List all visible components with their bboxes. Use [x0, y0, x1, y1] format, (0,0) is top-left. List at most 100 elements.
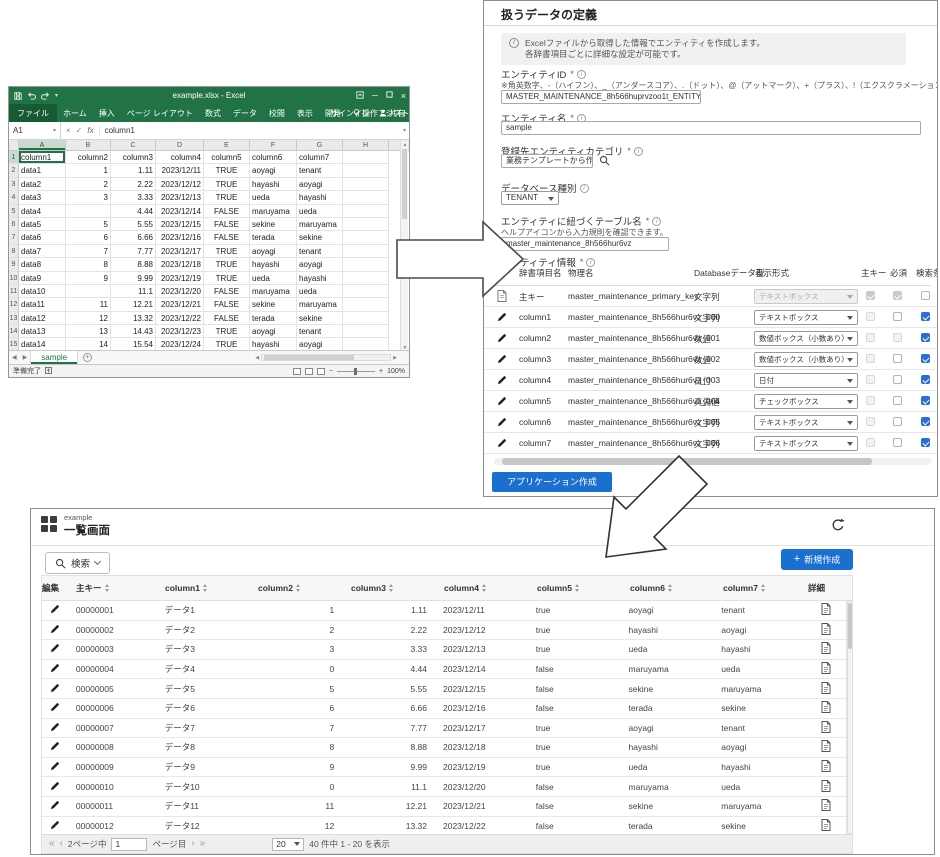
cell[interactable]: aoyagi [297, 178, 343, 191]
column-header[interactable]: H [343, 140, 389, 150]
edit-pencil-icon[interactable] [42, 643, 68, 655]
cell[interactable]: column5 [204, 151, 250, 164]
row-number[interactable] [9, 218, 19, 231]
detail-document-icon[interactable] [806, 760, 846, 774]
display-format-select[interactable]: チェックボックス [754, 394, 858, 409]
cell[interactable]: 2023/12/23 [156, 325, 204, 338]
edit-pencil-icon[interactable] [497, 354, 507, 366]
cell[interactable] [343, 231, 389, 244]
cell[interactable]: ueda [297, 205, 343, 218]
cell[interactable]: 6 [66, 231, 111, 244]
cell[interactable]: data1 [19, 164, 66, 177]
normal-view-icon[interactable] [293, 368, 301, 375]
cell[interactable]: hayashi [250, 258, 297, 271]
category-search-icon[interactable] [599, 155, 610, 168]
help-icon[interactable]: i [580, 184, 589, 193]
detail-document-icon[interactable] [806, 721, 846, 735]
detail-document-icon[interactable] [806, 819, 846, 833]
edit-pencil-icon[interactable] [42, 604, 68, 616]
cell[interactable]: 14.43 [111, 325, 156, 338]
cell[interactable]: 7.77 [111, 245, 156, 258]
col-column2[interactable]: column2 [250, 583, 343, 593]
page-break-view-icon[interactable] [317, 368, 325, 375]
row-number[interactable] [9, 258, 19, 271]
select-all-corner[interactable] [9, 140, 19, 150]
cell[interactable]: hayashi [250, 178, 297, 191]
edit-pencil-icon[interactable] [42, 800, 68, 812]
cell[interactable]: TRUE [204, 245, 250, 258]
cell[interactable]: ueda [250, 272, 297, 285]
cell[interactable]: aoyagi [297, 258, 343, 271]
minimize-button[interactable]: ─ [372, 91, 378, 100]
cell[interactable]: sekine [250, 298, 297, 311]
col-column3[interactable]: column3 [343, 583, 436, 593]
cell[interactable] [343, 298, 389, 311]
zoom-slider-thumb[interactable] [354, 368, 357, 375]
cell[interactable]: 2023/12/19 [156, 272, 204, 285]
edit-pencil-icon[interactable] [497, 333, 507, 345]
sort-icon[interactable] [668, 584, 672, 592]
cell[interactable]: data6 [19, 231, 66, 244]
cell[interactable]: column2 [66, 151, 111, 164]
column-header[interactable]: C [111, 140, 156, 150]
edit-pencil-icon[interactable] [497, 417, 507, 429]
primary-key-checkbox[interactable] [866, 375, 875, 384]
list-table-vertical-scrollbar[interactable] [847, 601, 853, 834]
page-size-select[interactable]: 20 [272, 838, 304, 851]
detail-document-icon[interactable] [806, 682, 846, 696]
primary-key-checkbox[interactable] [866, 417, 875, 426]
cell[interactable]: 2.22 [111, 178, 156, 191]
edit-pencil-icon[interactable] [42, 663, 68, 675]
cell[interactable]: maruyama [250, 205, 297, 218]
detail-document-icon[interactable] [806, 623, 846, 637]
cell[interactable]: 12.21 [111, 298, 156, 311]
cell[interactable]: maruyama [297, 218, 343, 231]
detail-document-icon[interactable] [806, 642, 846, 656]
cell[interactable]: column3 [111, 151, 156, 164]
entity-id-input[interactable]: MASTER_MAINTENANCE_8h566huprvzoo1t_ENTIT… [501, 90, 701, 104]
tab-home[interactable]: ホーム [57, 108, 93, 119]
display-format-select[interactable]: テキストボックス [754, 436, 858, 451]
cell[interactable]: tenant [297, 245, 343, 258]
insert-function-icon[interactable]: fx [87, 126, 93, 135]
cell[interactable]: TRUE [204, 272, 250, 285]
cell[interactable]: TRUE [204, 258, 250, 271]
entity-name-input[interactable]: sample [501, 121, 921, 135]
scrollbar-thumb[interactable] [848, 603, 852, 649]
cell[interactable]: FALSE [204, 205, 250, 218]
cell[interactable] [343, 312, 389, 325]
scrollbar-thumb[interactable] [264, 355, 354, 360]
cell[interactable]: 1.11 [111, 164, 156, 177]
cell[interactable]: 12 [66, 312, 111, 325]
row-number[interactable] [9, 245, 19, 258]
help-icon[interactable]: i [634, 147, 643, 156]
sheet-next-icon[interactable]: ▶ [20, 354, 31, 361]
required-checkbox[interactable] [893, 291, 902, 300]
sign-in-link[interactable]: サインイン [330, 108, 370, 119]
display-format-select[interactable]: テキストボックス [754, 289, 858, 304]
page-layout-view-icon[interactable] [305, 368, 313, 375]
prev-page-icon[interactable]: ‹ [60, 839, 63, 849]
cell[interactable]: 2023/12/11 [156, 164, 204, 177]
cell[interactable]: TRUE [204, 178, 250, 191]
cell[interactable]: column1 [19, 151, 66, 164]
cell[interactable] [66, 205, 111, 218]
tab-insert[interactable]: 挿入 [93, 108, 121, 119]
search-condition-checkbox[interactable] [921, 438, 930, 447]
edit-pencil-icon[interactable] [497, 312, 507, 324]
redo-icon[interactable] [41, 92, 50, 100]
share-button[interactable]: 共有 [379, 108, 405, 119]
detail-document-icon[interactable] [806, 603, 846, 617]
cell[interactable]: data4 [19, 205, 66, 218]
cell[interactable]: data3 [19, 191, 66, 204]
tab-file[interactable]: ファイル [9, 104, 57, 122]
cell[interactable]: sekine [250, 218, 297, 231]
scroll-left-icon[interactable]: ◀ [255, 355, 259, 361]
cell[interactable]: TRUE [204, 164, 250, 177]
enter-check-icon[interactable]: ✓ [76, 126, 83, 135]
column-header[interactable]: B [66, 140, 111, 150]
undo-icon[interactable] [27, 92, 36, 100]
display-format-select[interactable]: 数値ボックス（小数あり） [754, 331, 858, 346]
edit-pencil-icon[interactable] [42, 683, 68, 695]
row-number[interactable] [9, 191, 19, 204]
